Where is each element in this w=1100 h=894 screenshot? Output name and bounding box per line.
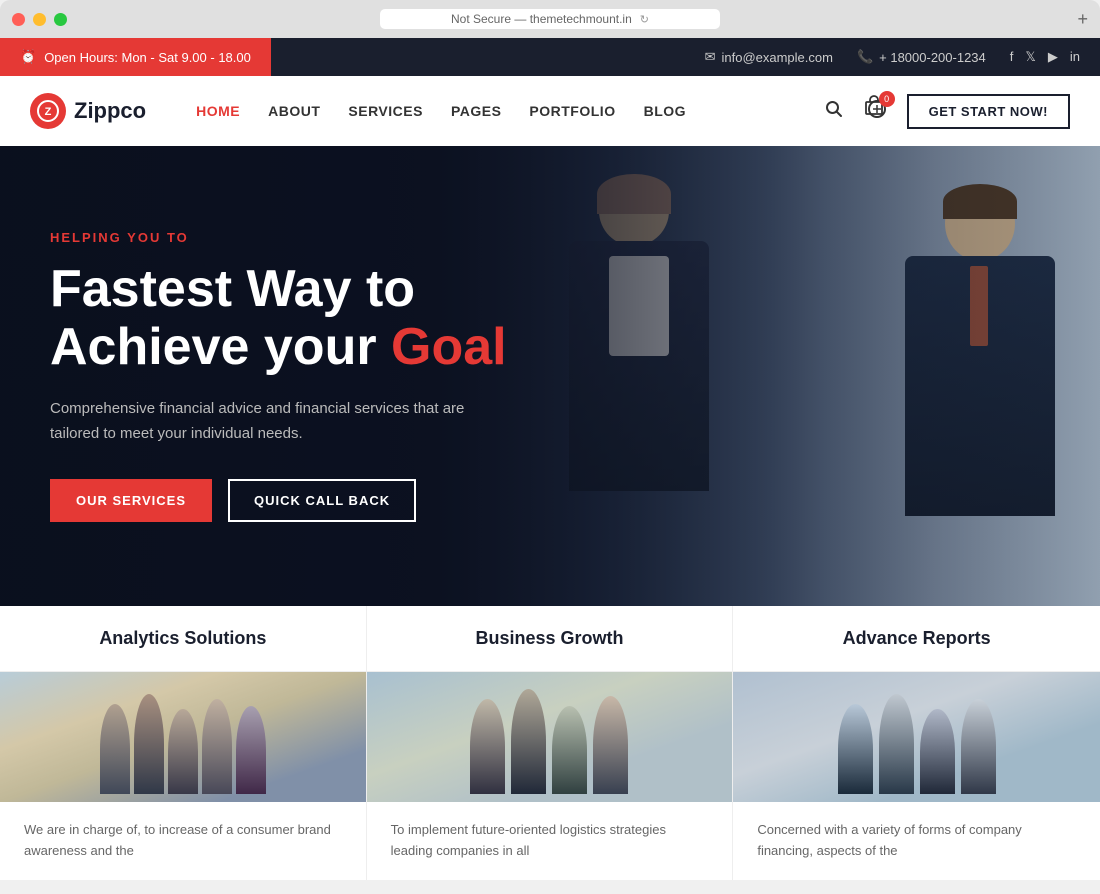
search-button[interactable]: [821, 96, 847, 127]
svg-text:Z: Z: [45, 106, 52, 118]
mac-close-btn[interactable]: [12, 13, 25, 26]
new-tab-button[interactable]: +: [1077, 9, 1088, 30]
logo-symbol: Z: [37, 100, 59, 122]
person-r3: [920, 709, 955, 794]
hero-title: Fastest Way to Achieve your Goal: [50, 261, 507, 375]
hero-content: HELPING YOU TO Fastest Way to Achieve yo…: [0, 230, 557, 521]
person-g1: [470, 699, 505, 794]
hero-title-line1: Fastest Way to: [50, 260, 415, 318]
phone-text: + 18000-200-1234: [879, 50, 986, 65]
hero-description: Comprehensive financial advice and finan…: [50, 396, 470, 447]
search-icon: [825, 100, 843, 118]
youtube-icon[interactable]: ▶: [1048, 49, 1058, 65]
service-reports-body: Concerned with a variety of forms of com…: [733, 802, 1100, 880]
hero-section: HELPING YOU TO Fastest Way to Achieve yo…: [0, 146, 1100, 606]
service-reports-desc: Concerned with a variety of forms of com…: [757, 820, 1076, 862]
quick-callback-button[interactable]: QUICK CALL BACK: [228, 479, 416, 522]
service-analytics-title: Analytics Solutions: [0, 606, 366, 672]
service-card-reports: Advance Reports Concerned with a variety…: [733, 606, 1100, 880]
mac-fullscreen-btn[interactable]: [54, 13, 67, 26]
nav-blog[interactable]: BLOG: [644, 103, 686, 119]
hero-subtitle: HELPING YOU TO: [50, 230, 507, 245]
service-growth-body: To implement future-oriented logistics s…: [367, 802, 733, 880]
service-growth-title: Business Growth: [367, 606, 733, 672]
logo-icon: Z: [30, 93, 66, 129]
nav-actions: 0 GET START NOW!: [821, 94, 1070, 129]
twitter-icon[interactable]: 𝕏: [1025, 49, 1035, 65]
service-card-analytics: Analytics Solutions We are in charge of,…: [0, 606, 367, 880]
hero-title-line2: Achieve your: [50, 318, 391, 376]
email-text: info@example.com: [721, 50, 832, 65]
person-r4: [961, 699, 996, 794]
nav-home[interactable]: HOME: [196, 103, 240, 119]
cart-button[interactable]: 0: [863, 95, 891, 128]
email-icon: ✉: [705, 49, 716, 65]
hero-buttons: OUR SERVICES QUICK CALL BACK: [50, 479, 507, 522]
person-r2: [879, 694, 914, 794]
logo-text: Zippco: [74, 98, 146, 124]
reports-img-bg: [733, 672, 1100, 802]
get-started-button[interactable]: GET START NOW!: [907, 94, 1070, 129]
clock-icon: ⏰: [20, 49, 36, 65]
nav-links: HOME ABOUT SERVICES PAGES PORTFOLIO BLOG: [196, 103, 820, 119]
person-g2: [511, 689, 546, 794]
growth-people: [470, 689, 628, 794]
cart-count: 0: [879, 91, 895, 107]
person-g3: [552, 706, 587, 794]
person5: [236, 706, 266, 794]
person-r1: [838, 704, 873, 794]
logo[interactable]: Z Zippco: [30, 93, 146, 129]
social-links: f 𝕏 ▶ in: [1010, 49, 1080, 65]
growth-img-bg: [367, 672, 733, 802]
open-hours-text: Open Hours: Mon - Sat 9.00 - 18.00: [44, 50, 251, 65]
services-section: Analytics Solutions We are in charge of,…: [0, 606, 1100, 880]
address-text: Not Secure — themetechmount.in: [451, 12, 632, 26]
nav-about[interactable]: ABOUT: [268, 103, 320, 119]
analytics-img-bg: [0, 672, 366, 802]
mac-traffic-lights: [12, 13, 67, 26]
service-analytics-image: [0, 672, 366, 802]
service-growth-desc: To implement future-oriented logistics s…: [391, 820, 709, 862]
service-reports-title: Advance Reports: [733, 606, 1100, 672]
our-services-button[interactable]: OUR SERVICES: [50, 479, 212, 522]
reports-people: [838, 694, 996, 794]
service-card-growth: Business Growth To implement future-orie…: [367, 606, 734, 880]
service-growth-image: [367, 672, 733, 802]
refresh-icon[interactable]: ↻: [640, 13, 649, 26]
person1: [100, 704, 130, 794]
service-analytics-desc: We are in charge of, to increase of a co…: [24, 820, 342, 862]
mac-minimize-btn[interactable]: [33, 13, 46, 26]
top-bar-hours: ⏰ Open Hours: Mon - Sat 9.00 - 18.00: [0, 38, 271, 76]
address-bar[interactable]: Not Secure — themetechmount.in ↻: [380, 9, 720, 29]
analytics-people: [100, 694, 266, 794]
top-bar: ⏰ Open Hours: Mon - Sat 9.00 - 18.00 ✉ i…: [0, 38, 1100, 76]
nav-services[interactable]: SERVICES: [348, 103, 423, 119]
top-bar-contact: ✉ info@example.com 📞 + 18000-200-1234 f …: [271, 38, 1100, 76]
hero-title-accent: Goal: [391, 318, 507, 376]
linkedin-icon[interactable]: in: [1070, 49, 1080, 65]
mac-window-chrome: Not Secure — themetechmount.in ↻ +: [0, 0, 1100, 38]
nav-pages[interactable]: PAGES: [451, 103, 501, 119]
person2: [134, 694, 164, 794]
phone-icon: 📞: [857, 49, 873, 65]
person4: [202, 699, 232, 794]
email-link[interactable]: ✉ info@example.com: [705, 49, 833, 65]
phone-link[interactable]: 📞 + 18000-200-1234: [857, 49, 986, 65]
person-g4: [593, 696, 628, 794]
person3: [168, 709, 198, 794]
service-analytics-body: We are in charge of, to increase of a co…: [0, 802, 366, 880]
nav-portfolio[interactable]: PORTFOLIO: [529, 103, 615, 119]
facebook-icon[interactable]: f: [1010, 49, 1014, 65]
navbar: Z Zippco HOME ABOUT SERVICES PAGES PORTF…: [0, 76, 1100, 146]
service-reports-image: [733, 672, 1100, 802]
